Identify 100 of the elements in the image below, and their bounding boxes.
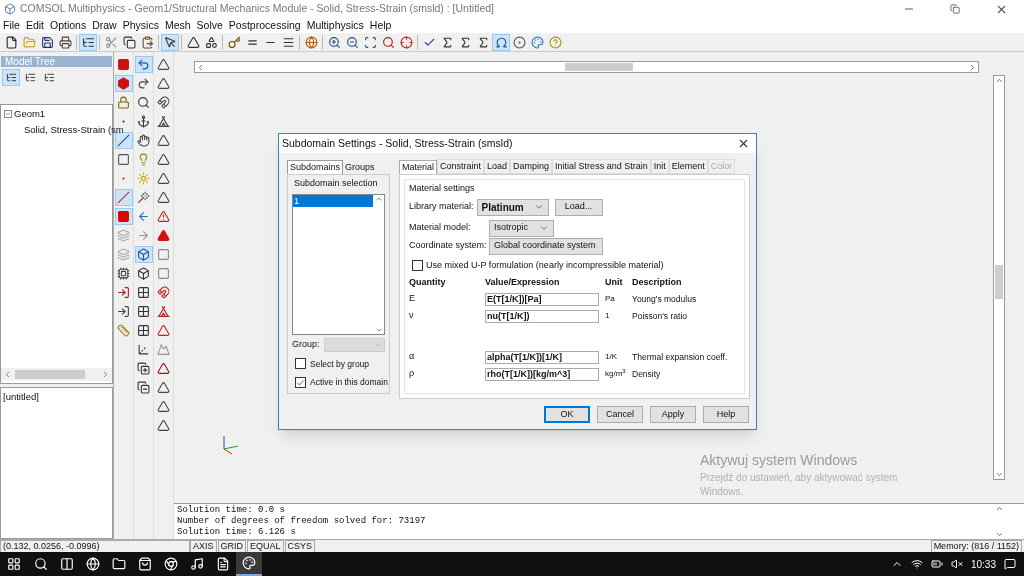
chevron-down-icon[interactable]	[539, 223, 549, 233]
chip-icon[interactable]	[114, 265, 133, 282]
triangle-icon[interactable]	[154, 398, 173, 415]
start-icon[interactable]	[7, 557, 21, 571]
triangle-icon[interactable]	[154, 151, 173, 168]
list-item[interactable]: 1	[293, 194, 373, 207]
copy-icon[interactable]	[120, 33, 138, 51]
magnet-icon[interactable]	[154, 94, 173, 111]
unit-text: kg/m$^{3}$	[605, 368, 627, 380]
menu-item[interactable]: Solve	[196, 17, 223, 34]
chevron-left-icon[interactable]	[196, 62, 205, 72]
horizontal-scrollbar[interactable]	[1, 368, 112, 381]
cube-icon[interactable]	[134, 246, 153, 263]
triangle-icon[interactable]	[154, 379, 173, 396]
chevron-up-icon[interactable]	[994, 76, 1004, 85]
material-dropdown[interactable]: Platinum	[476, 198, 549, 216]
chevron-down-icon[interactable]	[533, 202, 544, 212]
chevron-left-icon[interactable]	[3, 370, 12, 379]
triangle-icon[interactable]	[154, 208, 173, 225]
wifi-icon[interactable]	[910, 558, 923, 570]
triangle-icon[interactable]	[154, 189, 173, 206]
tab[interactable]: Damping	[510, 159, 553, 174]
triangle-icon[interactable]	[154, 56, 173, 73]
triangle-icon[interactable]	[154, 75, 173, 92]
line-icon[interactable]	[114, 189, 133, 206]
horizontal-scrollbar[interactable]	[194, 61, 979, 73]
triangle-icon[interactable]	[154, 170, 173, 187]
value-field[interactable]: alpha(T[1/K])[1/K]	[485, 350, 599, 364]
checkbox[interactable]	[295, 358, 306, 370]
omega-icon[interactable]	[492, 33, 510, 51]
pointer-icon[interactable]	[161, 33, 179, 51]
tent-icon[interactable]	[154, 303, 173, 320]
menu-item[interactable]: Postprocessing	[228, 17, 301, 34]
menu-item[interactable]: File	[3, 17, 20, 34]
tab[interactable]: Constraint	[437, 159, 485, 174]
menu-item[interactable]: Edit	[25, 17, 44, 34]
close-icon[interactable]	[737, 137, 750, 150]
square-icon[interactable]	[114, 208, 133, 225]
scroll-thumb[interactable]	[995, 265, 1003, 299]
chevron-right-icon[interactable]	[968, 62, 977, 72]
triangle-icon[interactable]	[154, 322, 173, 339]
tent-icon[interactable]	[154, 113, 173, 130]
dialog-button[interactable]: Apply	[650, 406, 696, 423]
tab[interactable]: Element	[668, 159, 708, 174]
target-icon[interactable]	[510, 33, 528, 51]
printer-icon[interactable]	[56, 33, 74, 51]
triangle-icon[interactable]	[154, 360, 173, 377]
tree-view-icon[interactable]	[2, 69, 20, 86]
palette-icon[interactable]	[236, 552, 262, 576]
hand-icon[interactable]	[134, 132, 153, 149]
tree-item[interactable]: Geom1	[14, 107, 46, 122]
triangle-icon[interactable]	[154, 132, 173, 149]
tree-icon[interactable]	[79, 33, 97, 51]
value-field[interactable]: E(T[1/K])[Pa]	[485, 292, 599, 306]
dialog-button[interactable]: OK	[544, 406, 590, 423]
subdomain-list[interactable]: 1	[292, 193, 385, 335]
checkbox[interactable]	[295, 377, 306, 389]
menu-item[interactable]: Physics	[122, 17, 159, 34]
menu-item[interactable]: Options	[50, 17, 87, 34]
dialog-button[interactable]: Cancel	[597, 406, 643, 423]
triangle-icon[interactable]	[154, 227, 173, 244]
magnet-icon[interactable]	[154, 284, 173, 301]
tab[interactable]: Load	[484, 159, 511, 174]
coordinate-dropdown[interactable]: Global coordinate system	[489, 237, 603, 255]
dialog-button[interactable]: Help	[703, 406, 749, 423]
volume-icon[interactable]	[950, 558, 963, 570]
chevron-right-icon[interactable]	[101, 370, 110, 379]
tree-item[interactable]: Solid, Stress-Strain (sm	[24, 124, 124, 136]
battery-icon[interactable]	[930, 558, 943, 570]
copy-minus-icon[interactable]	[134, 379, 153, 396]
copy-plus-icon[interactable]	[134, 360, 153, 377]
help-icon[interactable]	[546, 33, 564, 51]
clock-text[interactable]: 10:33	[970, 556, 996, 572]
material-model-dropdown[interactable]: Isotropic	[489, 219, 554, 237]
triangle-icon[interactable]	[154, 417, 173, 434]
quantity-text: α	[409, 350, 416, 364]
restore-icon[interactable]	[950, 4, 960, 14]
chevron-down-icon[interactable]	[994, 470, 1004, 479]
tab[interactable]: Groups	[343, 161, 377, 174]
load-button[interactable]: Load...	[554, 198, 603, 216]
tab[interactable]: Initial Stress and Strain	[552, 159, 651, 174]
menu-item[interactable]: Mesh	[164, 17, 191, 34]
chevron-up-icon[interactable]	[994, 504, 1004, 513]
tab[interactable]: Material	[399, 160, 437, 174]
menu-item[interactable]: Help	[369, 17, 392, 34]
menu-item[interactable]: Multiphysics	[306, 17, 364, 34]
key-icon[interactable]	[225, 33, 243, 51]
tab[interactable]: Init	[650, 159, 669, 174]
chevron-down-icon[interactable]	[994, 530, 1004, 539]
checkbox[interactable]	[412, 259, 423, 271]
collapse-icon[interactable]	[4, 110, 12, 119]
vertical-scrollbar[interactable]	[993, 75, 1005, 480]
notifications-icon[interactable]	[1004, 558, 1016, 570]
crosshair-icon[interactable]	[397, 33, 415, 51]
value-field[interactable]: rho(T[1/K])[kg/m^3]	[485, 367, 599, 381]
value-field[interactable]: nu(T[1/K])	[485, 309, 599, 323]
curve-icon[interactable]	[134, 56, 153, 73]
globe-icon[interactable]	[302, 33, 320, 51]
menu-item[interactable]: Draw	[92, 17, 117, 34]
tab[interactable]: Subdomains	[287, 160, 344, 174]
